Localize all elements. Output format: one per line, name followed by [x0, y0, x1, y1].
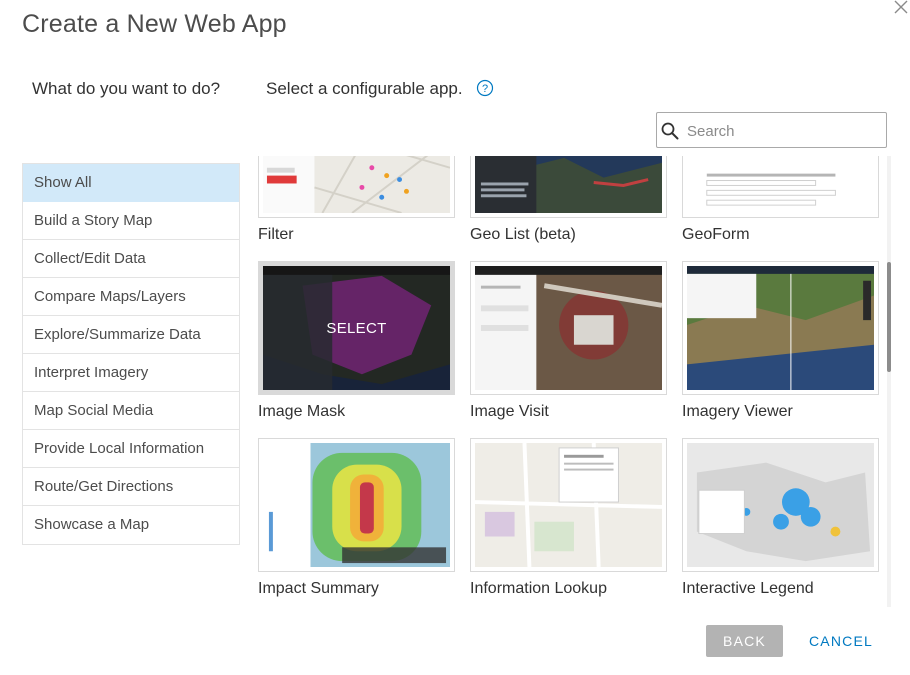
app-name: Filter — [258, 226, 294, 243]
category-item-interpret-imagery[interactable]: Interpret Imagery — [23, 354, 239, 392]
app-thumbnail[interactable] — [682, 156, 879, 218]
category-item-provide-local-information[interactable]: Provide Local Information — [23, 430, 239, 468]
app-card-information-lookup[interactable]: Information Lookup — [470, 438, 667, 598]
cancel-button[interactable]: CANCEL — [800, 625, 882, 657]
select-overlay[interactable]: SELECT — [259, 262, 454, 394]
map-preview-image — [475, 156, 662, 213]
app-thumbnail[interactable] — [258, 156, 455, 218]
app-card-image-visit[interactable]: Image Visit — [470, 261, 667, 421]
category-item-showcase-map[interactable]: Showcase a Map — [23, 506, 239, 544]
app-question: Select a configurable app. — [266, 79, 463, 98]
app-card-interactive-legend[interactable]: Interactive Legend — [682, 438, 879, 598]
gallery-scrollbar-thumb[interactable] — [887, 262, 891, 372]
close-icon[interactable] — [894, 0, 908, 14]
app-card-impact-summary[interactable]: Impact Summary — [258, 438, 455, 598]
category-item-show-all[interactable]: Show All — [23, 164, 239, 202]
app-name: Image Visit — [470, 403, 549, 420]
app-name: Impact Summary — [258, 580, 379, 597]
map-preview-image — [263, 443, 450, 567]
app-thumbnail[interactable]: SELECT — [258, 261, 455, 395]
imagery-preview-image — [687, 266, 874, 390]
help-circle-icon[interactable]: ? — [476, 79, 494, 97]
app-name: Imagery Viewer — [682, 403, 793, 420]
map-preview-image — [263, 156, 450, 213]
app-card-imagery-viewer[interactable]: Imagery Viewer — [682, 261, 879, 421]
app-thumbnail[interactable] — [682, 438, 879, 572]
app-gallery: Filter Geo List (beta) GeoForm SELECT Im… — [246, 156, 889, 607]
app-card-geoform[interactable]: GeoForm — [682, 156, 879, 244]
app-name: Image Mask — [258, 403, 346, 420]
close-button[interactable] — [894, 0, 910, 16]
app-thumbnail[interactable] — [682, 261, 879, 395]
app-name: Geo List (beta) — [470, 226, 576, 243]
category-item-collect-edit-data[interactable]: Collect/Edit Data — [23, 240, 239, 278]
category-item-build-story-map[interactable]: Build a Story Map — [23, 202, 239, 240]
app-thumbnail[interactable] — [470, 156, 667, 218]
app-name: Interactive Legend — [682, 580, 814, 597]
category-item-compare-maps-layers[interactable]: Compare Maps/Layers — [23, 278, 239, 316]
app-card-geo-list[interactable]: Geo List (beta) — [470, 156, 667, 244]
app-thumbnail[interactable] — [470, 438, 667, 572]
imagery-preview-image — [475, 266, 662, 390]
app-thumbnail[interactable] — [470, 261, 667, 395]
search-input[interactable] — [687, 120, 877, 142]
svg-text:?: ? — [482, 83, 488, 95]
app-thumbnail[interactable] — [258, 438, 455, 572]
map-preview-image — [475, 443, 662, 567]
category-question: What do you want to do? — [32, 79, 221, 98]
search-box — [656, 112, 887, 148]
search-icon — [661, 122, 679, 140]
map-preview-image — [687, 443, 874, 567]
dialog-title: Create a New Web App — [22, 10, 287, 38]
app-name: GeoForm — [682, 226, 750, 243]
back-button[interactable]: BACK — [706, 625, 783, 657]
form-preview-image — [706, 173, 836, 206]
app-card-image-mask[interactable]: SELECT Image Mask — [258, 261, 455, 421]
category-item-route-get-directions[interactable]: Route/Get Directions — [23, 468, 239, 506]
category-item-explore-summarize-data[interactable]: Explore/Summarize Data — [23, 316, 239, 354]
app-card-filter[interactable]: Filter — [258, 156, 455, 244]
category-list: Show All Build a Story Map Collect/Edit … — [22, 163, 240, 545]
category-item-map-social-media[interactable]: Map Social Media — [23, 392, 239, 430]
gallery-scrollbar-track[interactable] — [887, 156, 891, 607]
app-name: Information Lookup — [470, 580, 607, 597]
